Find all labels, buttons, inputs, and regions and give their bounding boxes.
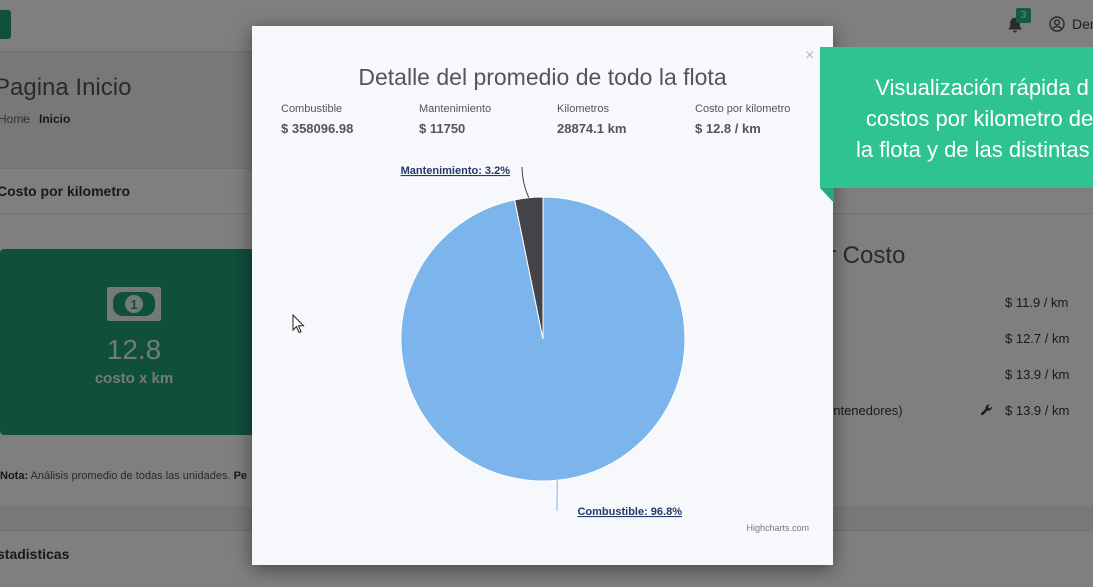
pie-data-label: Mantenimiento: 3.2%: [401, 165, 511, 177]
highcharts-credits[interactable]: Highcharts.com: [746, 523, 809, 533]
pie-chart: Combustible: 96.8% Mantenimiento: 3.2% Hi…: [400, 165, 809, 533]
help-banner-text: Visualización rápida d costos por kilome…: [832, 72, 1093, 165]
help-banner-tail: [820, 188, 834, 203]
pie-connector-line: [521, 166, 530, 198]
mouse-cursor-icon: [292, 314, 305, 334]
banner-line: Visualización rápida d: [875, 75, 1089, 100]
banner-line: la flota y de las distintas u: [856, 137, 1093, 162]
banner-line: costos por kilometro del: [865, 106, 1093, 131]
pie-data-label: Combustible: 96.8%: [577, 506, 682, 518]
